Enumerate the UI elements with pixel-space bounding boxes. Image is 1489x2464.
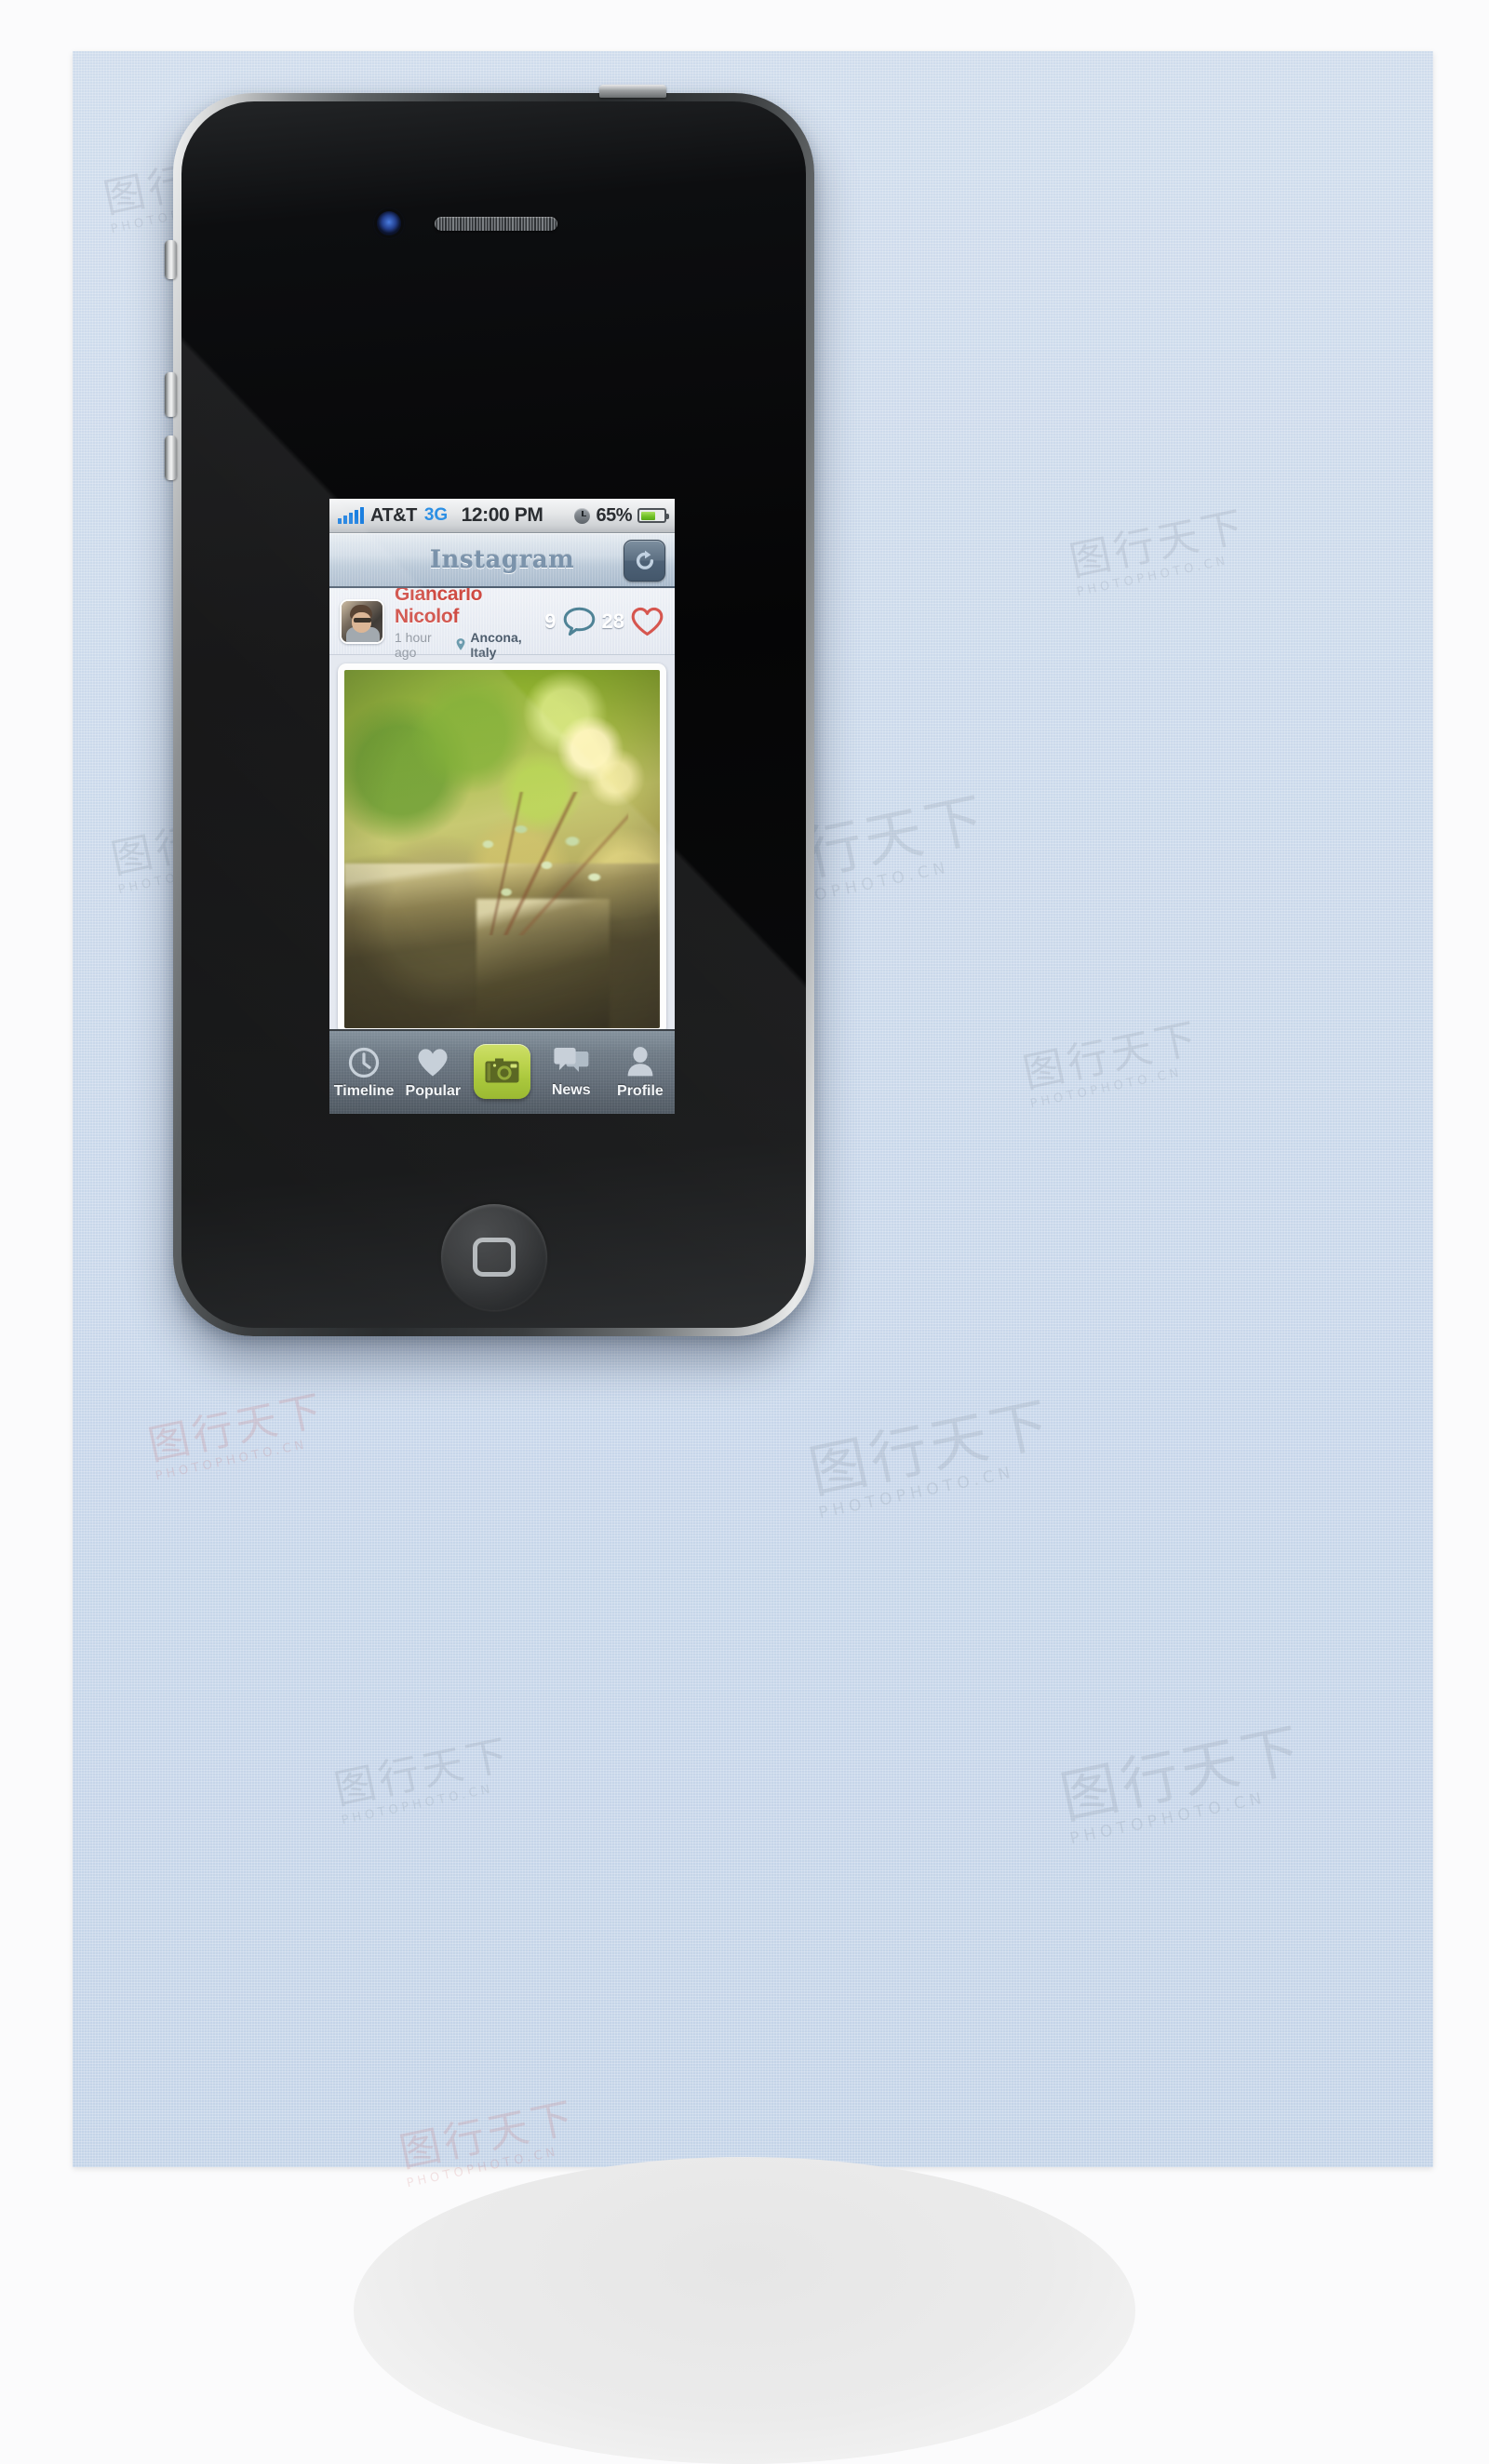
post-timestamp: 1 hour ago	[395, 629, 432, 660]
camera-button[interactable]	[474, 1043, 530, 1099]
ring-silent-switch[interactable]	[165, 240, 177, 279]
tab-profile[interactable]: Profile	[606, 1031, 675, 1114]
like-count: 28	[601, 609, 624, 633]
tab-news[interactable]: News	[537, 1031, 606, 1114]
tab-label-news: News	[551, 1082, 591, 1098]
comment-count: 9	[544, 609, 557, 633]
battery-percent-label: 65%	[596, 504, 632, 526]
volume-down-button[interactable]	[165, 435, 177, 480]
tab-popular[interactable]: Popular	[398, 1031, 467, 1114]
post-meta: Giancarlo Nicolof 1 hour ago Ancona, Ita…	[395, 583, 544, 660]
refresh-icon	[636, 550, 653, 569]
post-stats: 9 28	[544, 606, 664, 637]
tab-label-timeline: Timeline	[333, 1083, 395, 1099]
home-button[interactable]	[440, 1204, 547, 1310]
backdrop-base-ellipse	[354, 2157, 1135, 2464]
battery-fill	[640, 511, 656, 520]
person-icon	[627, 1047, 653, 1077]
location-pin-icon	[456, 638, 465, 650]
volume-up-button[interactable]	[165, 372, 177, 417]
page-title: Instagram	[429, 545, 575, 574]
refresh-button[interactable]	[624, 540, 665, 582]
post-username[interactable]: Giancarlo Nicolof	[395, 583, 544, 628]
heart-icon[interactable]	[630, 606, 664, 637]
avatar[interactable]	[340, 598, 384, 644]
status-bar: AT&T 3G 12:00 PM 65%	[329, 499, 675, 533]
device-bezel: AT&T 3G 12:00 PM 65% Instagram Giancarlo…	[181, 101, 806, 1328]
heart-icon	[418, 1049, 448, 1077]
tab-bar: Timeline Popular News Profile	[329, 1029, 675, 1114]
phone-screen: AT&T 3G 12:00 PM 65% Instagram Giancarlo…	[329, 499, 675, 1114]
chat-bubbles-icon	[554, 1048, 589, 1072]
alarm-clock-icon	[574, 507, 591, 524]
iphone-device: AT&T 3G 12:00 PM 65% Instagram Giancarlo…	[165, 85, 814, 1336]
power-button[interactable]	[599, 85, 666, 98]
post-location[interactable]: Ancona, Italy	[470, 630, 544, 660]
tab-label-profile: Profile	[617, 1083, 664, 1099]
earpiece-speaker	[435, 217, 557, 231]
post-photo-frame[interactable]	[338, 663, 666, 1035]
clock-icon	[348, 1047, 380, 1078]
post-photo[interactable]	[344, 670, 660, 1028]
post-subline: 1 hour ago Ancona, Italy	[395, 630, 544, 660]
post-header[interactable]: Giancarlo Nicolof 1 hour ago Ancona, Ita…	[329, 583, 675, 660]
front-camera-icon	[377, 211, 401, 235]
tab-camera[interactable]	[467, 1031, 536, 1114]
tab-label-popular: Popular	[405, 1083, 462, 1099]
battery-icon	[637, 508, 669, 523]
camera-icon	[485, 1058, 519, 1083]
home-square-icon	[472, 1238, 516, 1277]
tab-timeline[interactable]: Timeline	[329, 1031, 398, 1114]
navigation-bar: Instagram	[329, 533, 675, 588]
comment-bubble-icon[interactable]	[562, 606, 597, 637]
